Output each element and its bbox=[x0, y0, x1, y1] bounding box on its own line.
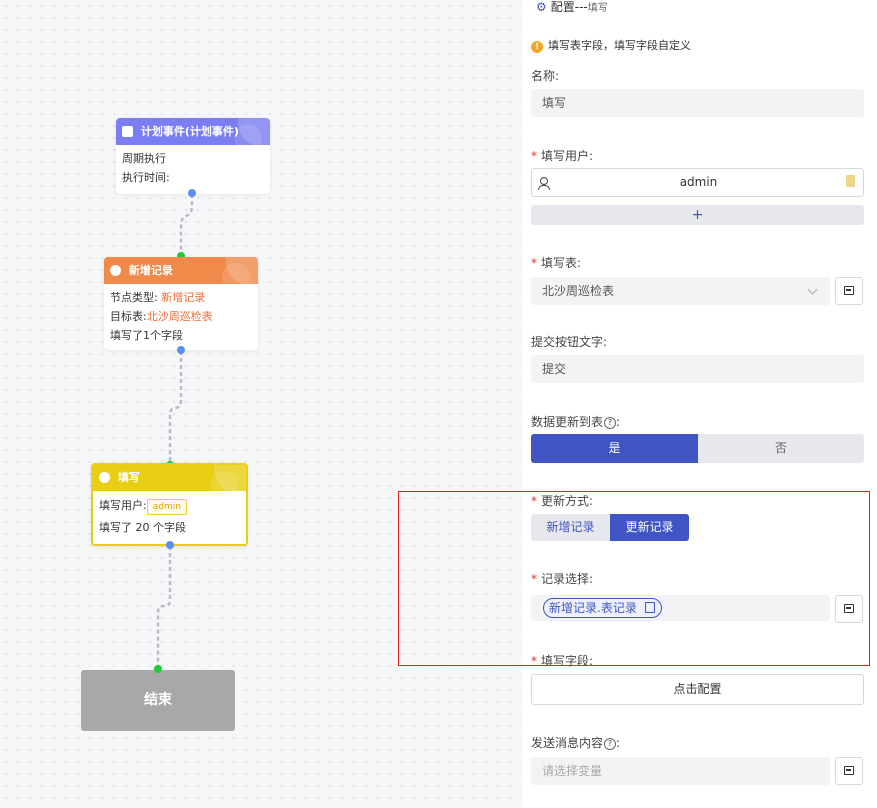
node-plan-title: 计划事件(计划事件) bbox=[140, 125, 239, 138]
config-panel: ⚙ 配置---填写 ! 填写表字段，填写字段自定义 名称: 填写 * 填写用户: ad… bbox=[522, 0, 877, 808]
node-plan-out-port[interactable] bbox=[188, 189, 196, 197]
node-add-fields-text: 填写了1个字段 bbox=[110, 329, 183, 342]
panel-header-sub: 填写 bbox=[587, 3, 608, 14]
update-yes-button[interactable]: 是 bbox=[531, 434, 698, 463]
node-add-table-value: 北沙周巡检表 bbox=[146, 310, 213, 323]
update-no-button[interactable]: 否 bbox=[698, 434, 864, 463]
node-add-type-label: 节点类型: bbox=[110, 291, 158, 304]
node-plan-line2: 执行时间: bbox=[122, 171, 170, 184]
table-label: 填写表: bbox=[541, 256, 582, 270]
tip-text: 填写表字段，填写字段自定义 bbox=[548, 39, 691, 52]
table-select[interactable]: 北沙周巡检表 bbox=[531, 277, 830, 305]
highlight-box bbox=[398, 491, 870, 666]
node-add-table-label: 目标表: bbox=[110, 310, 147, 323]
node-fill-title: 填写 bbox=[117, 471, 140, 484]
node-plan-header: 计划事件(计划事件) bbox=[116, 118, 270, 145]
trash-icon[interactable] bbox=[846, 175, 855, 187]
table-label-row: * 填写表: bbox=[531, 256, 582, 270]
node-fill-out-port[interactable] bbox=[166, 541, 174, 549]
node-plan-line1: 周期执行 bbox=[122, 152, 166, 165]
name-input[interactable]: 填写 bbox=[531, 89, 864, 117]
question-icon-2[interactable]: ? bbox=[604, 738, 617, 750]
node-add-title: 新增记录 bbox=[128, 264, 173, 277]
node-fill-user-label: 填写用户: bbox=[99, 499, 147, 512]
edit-icon bbox=[99, 471, 110, 483]
update-table-label: 数据更新到表 bbox=[531, 415, 604, 429]
node-add-record[interactable]: 新增记录 节点类型: 新增记录 目标表:北沙周巡检表 填写了1个字段 bbox=[104, 257, 258, 350]
node-fill[interactable]: 填写 填写用户: admin 填写了 20 个字段 bbox=[91, 463, 248, 546]
question-icon[interactable]: ? bbox=[604, 417, 617, 429]
warning-icon: ! bbox=[531, 41, 543, 53]
chevron-down-icon bbox=[807, 284, 818, 295]
user-label-row: * 填写用户: bbox=[531, 149, 594, 163]
update-table-label-row: 数据更新到表?: bbox=[531, 415, 621, 429]
user-row[interactable]: admin bbox=[531, 168, 864, 197]
clipboard-icon bbox=[122, 125, 133, 137]
node-add-out-port[interactable] bbox=[177, 346, 185, 354]
add-user-button[interactable]: + bbox=[531, 205, 864, 225]
edit-form-icon-3 bbox=[844, 766, 854, 775]
table-edit-button[interactable] bbox=[835, 277, 863, 305]
node-plan-event[interactable]: 计划事件(计划事件) 周期执行 执行时间: bbox=[116, 118, 270, 194]
node-fill-header: 填写 bbox=[93, 465, 246, 491]
node-add-type-value: 新增记录 bbox=[161, 291, 206, 304]
name-label: 名称: bbox=[531, 69, 560, 83]
node-end[interactable]: 结束 bbox=[81, 670, 235, 731]
message-label-row: 发送消息内容?: bbox=[531, 736, 621, 750]
user-label: 填写用户: bbox=[541, 149, 594, 163]
node-fill-fields-text: 填写了 20 个字段 bbox=[99, 521, 186, 534]
panel-header: ⚙ 配置---填写 bbox=[536, 0, 608, 15]
node-end-title: 结束 bbox=[144, 692, 172, 708]
panel-header-title: 配置--- bbox=[550, 0, 588, 14]
node-fill-user-badge: admin bbox=[146, 499, 187, 515]
flow-canvas[interactable]: 计划事件(计划事件) 周期执行 执行时间: 新增记录 节点类型: 新增记录 目标… bbox=[0, 0, 522, 808]
node-end-in-port[interactable] bbox=[154, 665, 162, 673]
submit-label: 提交按钮文字: bbox=[531, 335, 608, 349]
message-input[interactable]: 请选择变量 bbox=[531, 757, 830, 785]
edit-form-icon bbox=[844, 286, 854, 295]
config-button[interactable]: 点击配置 bbox=[531, 674, 864, 705]
plus-circle-icon bbox=[110, 264, 121, 276]
user-value: admin bbox=[679, 175, 718, 189]
tip-row: ! 填写表字段，填写字段自定义 bbox=[531, 37, 691, 53]
gear-icon: ⚙ bbox=[536, 0, 547, 14]
message-edit-button[interactable] bbox=[835, 757, 863, 785]
table-select-value: 北沙周巡检表 bbox=[542, 284, 615, 298]
node-add-header: 新增记录 bbox=[104, 257, 258, 284]
message-label: 发送消息内容 bbox=[531, 736, 604, 750]
submit-input[interactable]: 提交 bbox=[531, 355, 864, 383]
